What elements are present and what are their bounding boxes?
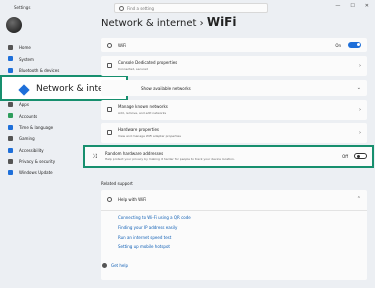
related-support-heading: Related support: [101, 181, 133, 186]
link-qr-code[interactable]: Connecting to Wi-Fi using a QR code: [118, 215, 191, 220]
sidebar-item-label: Gaming: [19, 136, 35, 142]
hardware-subtitle: View and manage WiFi adapter properties: [118, 134, 181, 138]
chevron-right-icon: ›: [359, 107, 361, 113]
sidebar-item-label: Time & language: [19, 124, 54, 130]
home-icon: [8, 45, 13, 50]
shield-icon: [8, 158, 13, 164]
system-icon: [8, 56, 13, 62]
manage-networks-subtitle: Add, remove, and edit networks: [118, 111, 167, 115]
hardware-properties-row[interactable]: Hardware properties View and manage WiFi…: [101, 123, 367, 143]
sidebar-item-home[interactable]: Home: [6, 42, 86, 53]
manage-networks-row[interactable]: Manage known networks Add, remove, and e…: [101, 100, 367, 120]
globe-icon: [107, 197, 112, 202]
console-title: Console Dedicated properties: [118, 60, 178, 65]
sidebar-item-label: Accounts: [19, 113, 38, 119]
search-icon: [119, 6, 124, 11]
sidebar-item-accessibility[interactable]: Accessibility: [6, 145, 86, 156]
show-networks-label: Show available networks: [141, 86, 191, 91]
sidebar-item-label: System: [19, 56, 34, 62]
chevron-up-icon[interactable]: ⌃: [357, 196, 361, 202]
network-icon: [18, 84, 30, 96]
breadcrumb-parent[interactable]: Network & internet: [101, 18, 196, 29]
link-mobile-hotspot[interactable]: Setting up mobile hotspot: [118, 244, 170, 249]
sidebar: HomeSystemBluetooth & devicesNetwork & i…: [6, 42, 86, 179]
chevron-down-icon: ⌄: [356, 85, 361, 91]
wifi-label: WiFi: [118, 42, 127, 48]
maximize-button[interactable]: ☐: [350, 3, 354, 9]
random-hw-toggle[interactable]: [354, 153, 367, 159]
gaming-icon: [8, 136, 13, 142]
get-help-link[interactable]: Get help: [111, 263, 128, 268]
search-input[interactable]: Find a setting: [114, 3, 268, 13]
sidebar-item-label: Windows Update: [19, 170, 53, 176]
wifi-state-label: On: [335, 42, 341, 48]
link-ip-address[interactable]: Finding your IP address easily: [118, 225, 177, 230]
sidebar-item-label: Home: [19, 45, 31, 51]
page-title: Network & internet › WiFi: [101, 15, 237, 29]
divider: [101, 210, 367, 211]
wifi-toggle-row[interactable]: WiFi On: [101, 38, 367, 52]
link-speed-test[interactable]: Run an internet speed test: [118, 235, 171, 240]
sidebar-item-privacy-security[interactable]: Privacy & security: [6, 156, 86, 167]
accessibility-icon: [8, 147, 13, 153]
show-networks-row[interactable]: Show available networks ⌄: [101, 80, 367, 96]
console-properties-row[interactable]: Console Dedicated properties Connected, …: [101, 56, 367, 76]
sidebar-item-label: Privacy & security: [19, 159, 56, 165]
close-button[interactable]: ✕: [365, 3, 369, 9]
window-controls: — ☐ ✕: [335, 3, 369, 9]
sidebar-item-label: Apps: [19, 102, 29, 108]
minimize-button[interactable]: —: [335, 3, 340, 9]
console-subtitle: Connected, secured: [118, 67, 148, 71]
sidebar-item-gaming[interactable]: Gaming: [6, 133, 86, 144]
avatar[interactable]: [6, 17, 22, 33]
chevron-right-icon: ›: [359, 130, 361, 136]
random-hardware-row[interactable]: ⤨ Random hardware addresses Help protect…: [83, 145, 374, 168]
accounts-icon: [8, 113, 13, 119]
sidebar-item-windows-update[interactable]: Windows Update: [6, 167, 86, 178]
shuffle-icon: ⤨: [92, 153, 97, 160]
toggle-knob: [356, 43, 360, 46]
sidebar-item-time-language[interactable]: Time & language: [6, 122, 86, 133]
sidebar-item-label: Accessibility: [19, 147, 44, 153]
update-icon: [8, 170, 13, 176]
clock-icon: [8, 124, 13, 130]
help-icon: [102, 263, 107, 268]
breadcrumb-separator: ›: [199, 18, 204, 29]
chevron-right-icon: ›: [359, 63, 361, 69]
sidebar-item-label: Bluetooth & devices: [19, 67, 60, 73]
breadcrumb-current: WiFi: [206, 15, 237, 29]
wifi-toggle[interactable]: [348, 42, 361, 48]
list-icon: [107, 107, 112, 112]
sidebar-item-accounts[interactable]: Accounts: [6, 110, 86, 121]
hardware-icon: [107, 130, 112, 135]
help-title[interactable]: Help with WiFi: [118, 197, 146, 202]
apps-icon: [8, 101, 13, 107]
random-hw-state-label: Off: [342, 154, 348, 159]
toggle-knob: [356, 155, 360, 158]
sidebar-item-system[interactable]: System: [6, 53, 86, 64]
manage-networks-title: Manage known networks: [118, 104, 168, 109]
window-title: Settings: [14, 5, 31, 10]
wifi-icon: [107, 42, 112, 48]
wifi-network-icon: [107, 63, 112, 68]
search-placeholder: Find a setting: [127, 6, 155, 11]
random-hw-subtitle: Help protect your privacy by making it h…: [105, 157, 235, 161]
hardware-title: Hardware properties: [118, 127, 159, 132]
bluetooth-icon: [8, 67, 13, 73]
random-hw-title: Random hardware addresses: [105, 151, 164, 156]
